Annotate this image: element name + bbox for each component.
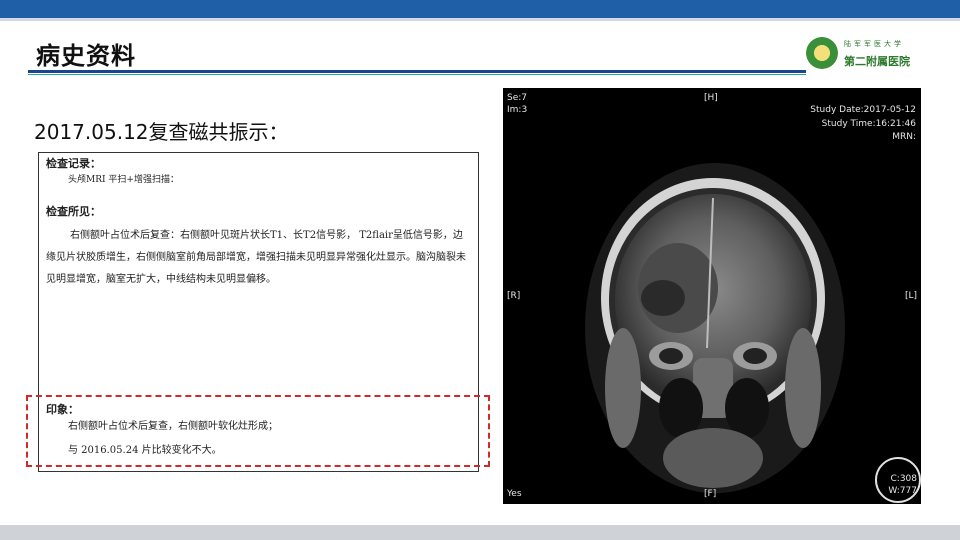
mri-window-width: W:777 <box>888 486 917 496</box>
mri-foot-marker: [F] <box>704 489 717 499</box>
report-findings-text: 右侧额叶占位术后复查：右侧额叶见斑片状长T1、长T2信号影， T2flair呈低… <box>46 230 466 285</box>
mri-left-marker: [L] <box>904 291 917 301</box>
slide-subtitle: 2017.05.12复查磁共振示： <box>34 120 289 144</box>
bottom-decoration <box>0 525 960 540</box>
logo-university-name: 陆军军医大学 <box>844 40 904 48</box>
report-findings-heading: 检查所见： <box>46 205 101 218</box>
mri-yes-label: Yes <box>507 489 522 499</box>
hospital-emblem-icon <box>806 37 838 69</box>
mri-window-center: C:308 <box>890 474 918 484</box>
mri-mrn: MRN: <box>892 132 916 142</box>
slide-title: 病史资料 <box>36 42 136 70</box>
logo-hospital-name: 第二附属医院 <box>844 55 910 68</box>
title-underline <box>28 70 806 73</box>
mri-image-viewer: Se:7 Im:3 [H] Study Date:2017-05-12 Stud… <box>503 88 921 504</box>
mri-study-date: Study Date:2017-05-12 <box>810 105 916 115</box>
mri-head-marker: [H] <box>704 93 718 103</box>
report-record-text: 头颅MRI 平扫+增强扫描： <box>68 175 179 185</box>
title-underline-accent <box>28 74 806 75</box>
mri-image-label: Im:3 <box>507 105 528 115</box>
top-banner-divider <box>0 18 960 21</box>
mri-right-marker: [R] <box>507 291 521 301</box>
mri-brain-image <box>585 163 921 503</box>
report-record-heading: 检查记录： <box>46 157 101 170</box>
mri-study-time: Study Time:16:21:46 <box>821 119 916 129</box>
mri-series-label: Se:7 <box>507 93 528 103</box>
top-banner <box>0 0 960 18</box>
impression-highlight-box <box>26 395 490 467</box>
hospital-logo: 陆军军医大学 第二附属医院 <box>806 37 926 73</box>
